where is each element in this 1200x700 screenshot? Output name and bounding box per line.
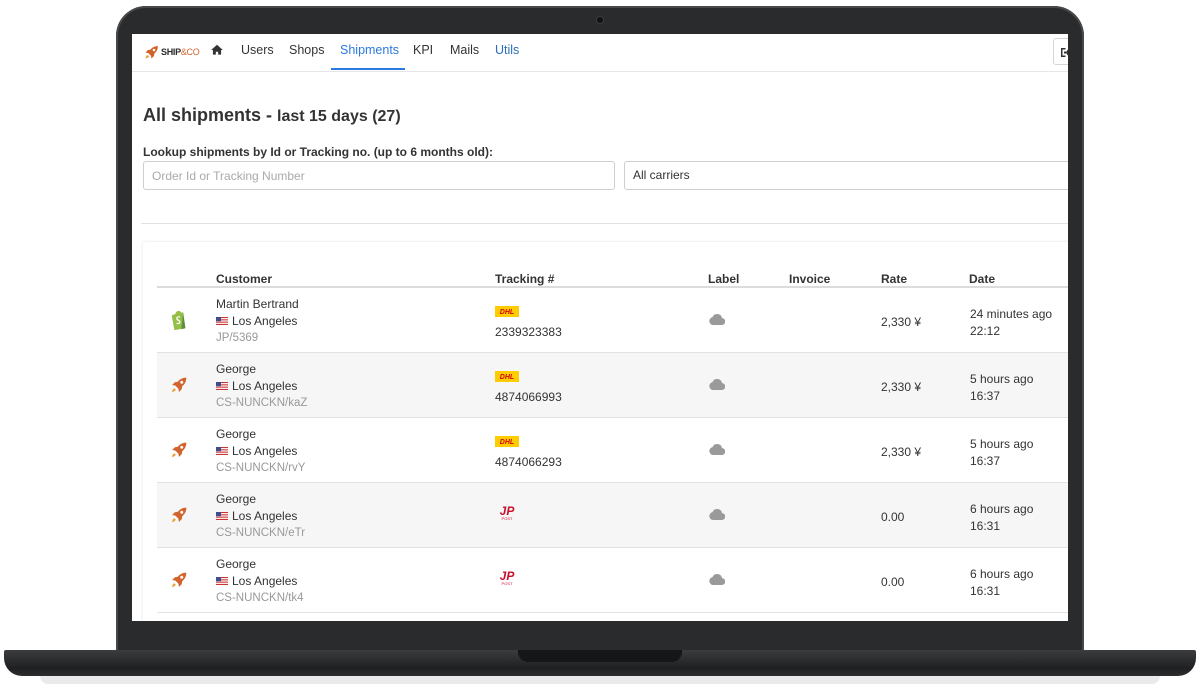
customer-city: Los Angeles [216, 444, 297, 458]
customer-city: Los Angeles [216, 574, 297, 588]
rocket-icon [171, 377, 187, 393]
customer-city: Los Angeles [216, 509, 297, 523]
carrier-filter-select[interactable]: All carriers [624, 161, 1068, 190]
shipment-date: 24 minutes ago 22:12 [970, 307, 1053, 338]
customer-name: George [216, 362, 257, 376]
active-tab-indicator [331, 68, 405, 70]
table-row[interactable]: George Los Angeles CS-NUNCKN/tk4 JP POST … [157, 548, 1068, 613]
cloud-download-icon[interactable] [709, 509, 725, 520]
svg-text:DHL: DHL [500, 374, 514, 381]
cloud-download-icon[interactable] [709, 574, 725, 585]
top-navbar: SHIP&CO Users Shops Shipments KPI Mails … [132, 34, 1068, 72]
order-ref[interactable]: CS-NUNCKN/kaZ [216, 397, 307, 409]
cloud-download-icon[interactable] [709, 314, 725, 325]
sign-out-icon [1061, 48, 1068, 57]
nav-utils[interactable]: Utils [495, 43, 519, 57]
th-rate[interactable]: Rate [881, 272, 907, 286]
shipment-rate: 0.00 [881, 575, 905, 589]
laptop-shadow [40, 676, 1160, 684]
logout-button[interactable] [1053, 38, 1068, 65]
th-customer[interactable]: Customer [216, 272, 272, 286]
dhl-logo: DHL [495, 436, 519, 447]
nav-shipments[interactable]: Shipments [340, 43, 399, 57]
customer-name: Martin Bertrand [216, 297, 299, 311]
jp-post-logo: JPPOST [500, 504, 516, 521]
order-ref[interactable]: CS-NUNCKN/rvY [216, 462, 305, 474]
lookup-label: Lookup shipments by Id or Tracking no. (… [143, 145, 493, 159]
page-title: All shipments - last 15 days (27) [143, 105, 401, 125]
dhl-logo: DHL [495, 371, 519, 382]
rocket-icon [171, 507, 187, 523]
shipment-date: 6 hours ago 16:31 [970, 502, 1034, 533]
home-icon[interactable] [210, 43, 224, 57]
customer-name: George [216, 427, 257, 441]
us-flag-icon [216, 382, 228, 390]
laptop-notch [518, 650, 682, 662]
customer-name: George [216, 492, 257, 506]
th-tracking[interactable]: Tracking # [495, 272, 554, 286]
jp-post-logo: JPPOST [500, 569, 516, 586]
tracking-number[interactable]: 4874066993 [495, 390, 562, 404]
us-flag-icon [216, 577, 228, 585]
th-label[interactable]: Label [708, 272, 739, 286]
shipment-rate: 0.00 [881, 510, 905, 524]
order-ref[interactable]: CS-NUNCKN/eTr [216, 527, 305, 539]
tracking-number[interactable]: 2339323383 [495, 325, 562, 339]
th-invoice[interactable]: Invoice [789, 272, 830, 286]
table-row[interactable]: Martin Bertrand Los Angeles JP/5369 DHL … [157, 288, 1068, 353]
customer-city: Los Angeles [216, 379, 297, 393]
table-row[interactable]: George Los Angeles CS-NUNCKN/eTr JP POST … [157, 483, 1068, 548]
webcam [597, 17, 603, 23]
rocket-logo-icon [145, 45, 158, 59]
nav-users[interactable]: Users [241, 43, 274, 57]
customer-name: George [216, 557, 257, 571]
us-flag-icon [216, 512, 228, 520]
table-row[interactable]: George Los Angeles CS-NUNCKN/kaZ DHL 487… [157, 353, 1068, 418]
order-ref[interactable]: JP/5369 [216, 332, 258, 344]
shipment-rate: 2,330 ¥ [881, 380, 922, 394]
nav-shops[interactable]: Shops [289, 43, 324, 57]
shipment-date: 5 hours ago 16:37 [970, 437, 1034, 468]
nav-kpi[interactable]: KPI [413, 43, 433, 57]
dhl-logo: DHL [495, 306, 519, 317]
tracking-number[interactable]: 4874066293 [495, 455, 562, 469]
logo-text: SHIP&CO [161, 47, 200, 57]
shipment-date: 6 hours ago 16:31 [970, 567, 1034, 598]
us-flag-icon [216, 317, 228, 325]
cloud-download-icon[interactable] [709, 379, 725, 390]
shipments-table: Customer Tracking # Label Invoice Rate D… [143, 242, 1068, 621]
shipment-date: 5 hours ago 16:37 [970, 372, 1034, 403]
cloud-download-icon[interactable] [709, 444, 725, 455]
customer-city: Los Angeles [216, 314, 297, 328]
rocket-icon [171, 442, 187, 458]
th-date[interactable]: Date [969, 272, 995, 286]
nav-mails[interactable]: Mails [450, 43, 479, 57]
svg-text:POST: POST [502, 516, 513, 521]
svg-text:DHL: DHL [500, 439, 514, 446]
shipment-rate: 2,330 ¥ [881, 315, 922, 329]
order-ref[interactable]: CS-NUNCKN/tk4 [216, 592, 304, 604]
shipment-rate: 2,330 ¥ [881, 445, 922, 459]
shipandco-logo[interactable]: SHIP&CO [143, 42, 200, 62]
rocket-icon [171, 572, 187, 588]
us-flag-icon [216, 447, 228, 455]
page-subtitle: last 15 days (27) [277, 108, 401, 125]
lookup-search-input[interactable] [143, 161, 615, 190]
svg-text:POST: POST [502, 581, 513, 586]
section-divider [141, 223, 1068, 224]
table-row[interactable]: George Los Angeles CS-NUNCKN/rvY DHL 487… [157, 418, 1068, 483]
screen: SHIP&CO Users Shops Shipments KPI Mails … [132, 34, 1068, 621]
svg-text:DHL: DHL [500, 309, 514, 316]
shopify-icon [171, 310, 186, 331]
